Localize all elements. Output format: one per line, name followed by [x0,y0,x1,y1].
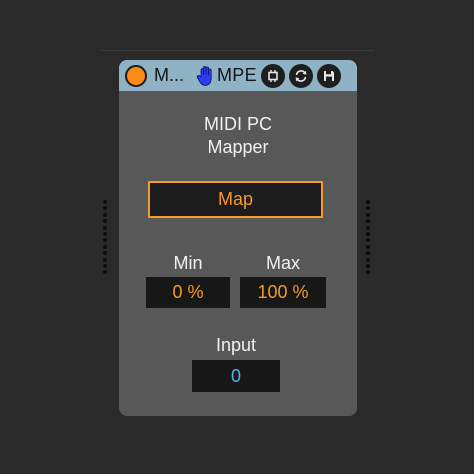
refresh-icon [295,69,307,82]
power-icon[interactable] [125,64,147,87]
min-value-field[interactable]: 0 % [146,277,230,308]
device-title-bar[interactable]: M... MPE [119,60,357,91]
chain-divider [100,50,374,51]
device-chain: M... MPE MIDI PC Mapper Map Min 0 % Max … [0,0,474,474]
save-icon [323,70,334,81]
device-name: MIDI PC Mapper [119,113,357,159]
max-value-field[interactable]: 100 % [240,277,326,308]
max-label: Max [265,253,300,273]
map-button[interactable]: Map [148,181,323,218]
left-resize-handle[interactable] [102,200,108,277]
hot-swap-button[interactable] [260,63,285,88]
device-name-line-2: Mapper [207,137,269,157]
input-value-field[interactable]: 0 [192,360,280,392]
device-name-line-1: MIDI PC [203,114,272,134]
hand-icon[interactable] [196,65,216,87]
hot-swap-icon [268,69,278,82]
mpe-label: MPE [217,65,257,85]
midi-pc-mapper-device: M... MPE MIDI PC Mapper Map Min 0 % Max … [119,60,357,416]
min-label: Min [173,253,203,273]
device-title: M... [154,65,184,85]
refresh-button[interactable] [288,63,313,88]
input-label: Input [215,335,257,355]
right-resize-handle[interactable] [365,200,371,277]
save-button[interactable] [316,63,341,88]
